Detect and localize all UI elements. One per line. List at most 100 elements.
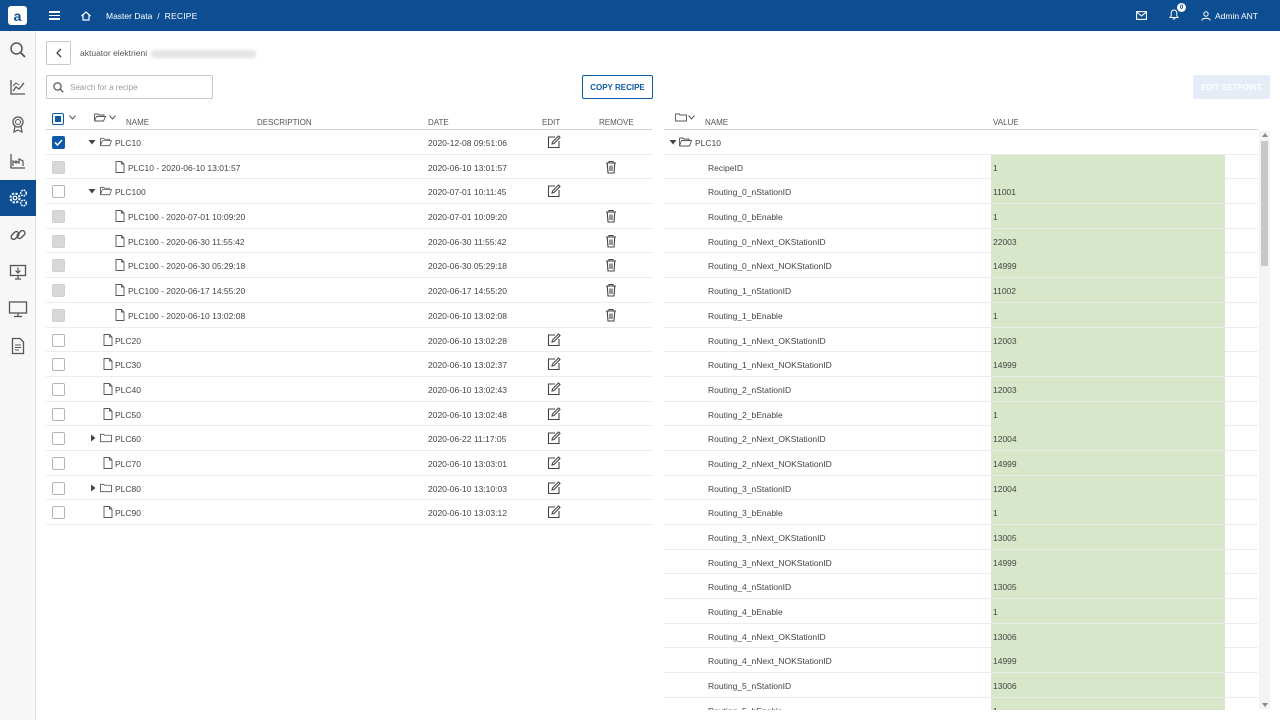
trash-icon[interactable] (605, 308, 617, 322)
setpoint-value[interactable]: 1 (991, 401, 1225, 426)
recipe-row[interactable]: PLC100 - 2020-06-30 11:55:42 2020-06-30 1… (46, 229, 652, 254)
setpoint-row[interactable]: Routing_0_nStationID 11001 (664, 179, 1258, 205)
setpoint-row[interactable]: Routing_4_nNext_OKStationID 13006 (664, 623, 1258, 649)
column-date[interactable]: DATE (428, 118, 449, 127)
setpoint-value[interactable]: 12004 (991, 426, 1225, 451)
recipe-row[interactable]: PLC90 2020-06-10 13:03:12 (46, 500, 652, 525)
setpoint-row[interactable]: RecipeID 1 (664, 154, 1258, 180)
column-value[interactable]: VALUE (993, 118, 1019, 127)
home-icon[interactable] (80, 10, 92, 22)
search-input[interactable] (70, 82, 200, 92)
recipe-row[interactable]: PLC80 2020-06-10 13:10:03 (46, 476, 652, 501)
edit-setpoint-button[interactable]: EDIT SETPOINT (1193, 75, 1270, 99)
setpoint-value[interactable]: 12004 (991, 475, 1225, 500)
scroll-down-arrow[interactable] (1262, 703, 1268, 707)
recipe-row[interactable]: PLC10 2020-12-08 09:51:06 (46, 130, 652, 155)
setpoint-root-row[interactable]: PLC10 (664, 130, 1258, 155)
setpoint-value[interactable]: 1 (991, 697, 1225, 710)
caret-down-icon[interactable] (88, 138, 96, 146)
recipe-row[interactable]: PLC60 2020-06-22 11:17:05 (46, 426, 652, 451)
row-checkbox[interactable] (52, 432, 65, 446)
caret-right-icon[interactable] (89, 484, 97, 492)
sidebar-item-production[interactable] (0, 143, 36, 179)
setpoint-row[interactable]: Routing_2_nNext_NOKStationID 14999 (664, 450, 1258, 476)
setpoint-row[interactable]: Routing_3_nStationID 12004 (664, 475, 1258, 501)
setpoint-row[interactable]: Routing_0_bEnable 1 (664, 204, 1258, 229)
setpoint-row[interactable]: Routing_1_nNext_OKStationID 12003 (664, 327, 1258, 353)
folder-icon[interactable] (675, 113, 687, 122)
row-checkbox[interactable] (52, 506, 65, 520)
recipe-row[interactable]: PLC100 2020-07-01 10:11:45 (46, 179, 652, 205)
breadcrumb-master-data[interactable]: Master Data (106, 11, 152, 21)
setpoint-row[interactable]: Routing_4_bEnable 1 (664, 599, 1258, 624)
setpoint-value[interactable]: 12003 (991, 376, 1225, 401)
sidebar-item-deploy[interactable] (0, 254, 36, 290)
user-menu[interactable]: Admin ANT (1201, 11, 1258, 21)
trash-icon[interactable] (605, 283, 617, 297)
row-checkbox[interactable] (52, 481, 65, 495)
edit-icon[interactable] (547, 505, 561, 519)
setpoint-value[interactable]: 1 (991, 500, 1225, 525)
recipe-row[interactable]: PLC10 - 2020-06-10 13:01:57 2020-06-10 13… (46, 155, 652, 180)
mail-icon[interactable] (1136, 11, 1147, 20)
setpoint-row[interactable]: Routing_3_nNext_NOKStationID 14999 (664, 549, 1258, 575)
edit-icon[interactable] (547, 184, 561, 198)
setpoint-scrollbar[interactable] (1259, 131, 1270, 709)
sidebar-item-reports[interactable] (0, 328, 36, 364)
setpoint-row[interactable]: Routing_0_nNext_NOKStationID 14999 (664, 253, 1258, 279)
column-name[interactable]: NAME (705, 118, 728, 127)
app-logo[interactable]: a (8, 6, 27, 25)
setpoint-value[interactable]: 1 (991, 204, 1225, 229)
chevron-down-icon[interactable] (69, 115, 76, 120)
setpoint-value[interactable]: 14999 (991, 352, 1225, 377)
setpoint-value[interactable]: 1 (991, 302, 1225, 327)
sidebar-item-master-data[interactable] (0, 180, 36, 216)
scroll-up-arrow[interactable] (1262, 133, 1268, 137)
setpoint-value[interactable]: 13006 (991, 673, 1225, 698)
sidebar-item-search[interactable] (0, 32, 36, 68)
notifications-button[interactable]: 0 (1168, 3, 1186, 22)
sidebar-item-displays[interactable] (0, 291, 36, 327)
setpoint-row[interactable]: Routing_1_bEnable 1 (664, 302, 1258, 328)
setpoint-row[interactable]: Routing_5_bEnable 1 (664, 697, 1258, 710)
setpoint-value[interactable]: 14999 (991, 253, 1225, 278)
recipe-row[interactable]: PLC30 2020-06-10 13:02:37 (46, 352, 652, 377)
back-button[interactable] (46, 41, 71, 65)
setpoint-value[interactable]: 11002 (991, 278, 1225, 303)
row-checkbox[interactable] (52, 382, 65, 396)
setpoint-row[interactable]: Routing_2_nNext_OKStationID 12004 (664, 426, 1258, 451)
scroll-thumb[interactable] (1261, 141, 1268, 266)
sidebar-item-connections[interactable] (0, 217, 36, 253)
select-all-checkbox[interactable] (52, 113, 64, 125)
setpoint-value[interactable]: 22003 (991, 228, 1225, 253)
setpoint-value[interactable]: 14999 (991, 648, 1225, 673)
chevron-down-icon[interactable] (688, 115, 695, 120)
setpoint-value[interactable]: 1 (991, 154, 1225, 179)
caret-down-icon[interactable] (669, 138, 677, 146)
setpoint-value[interactable]: 12003 (991, 327, 1225, 352)
recipe-row[interactable]: PLC100 - 2020-06-10 13:02:08 2020-06-10 1… (46, 303, 652, 328)
caret-right-icon[interactable] (89, 434, 97, 442)
recipe-row[interactable]: PLC100 - 2020-07-01 10:09:20 2020-07-01 1… (46, 204, 652, 229)
setpoint-row[interactable]: Routing_2_nStationID 12003 (664, 376, 1258, 402)
row-checkbox[interactable] (52, 333, 65, 347)
recipe-row[interactable]: PLC40 2020-06-10 13:02:43 (46, 377, 652, 402)
setpoint-row[interactable]: Routing_5_nStationID 13006 (664, 673, 1258, 698)
setpoint-value[interactable]: 1 (991, 599, 1225, 624)
column-name[interactable]: NAME (126, 118, 149, 127)
edit-icon[interactable] (547, 135, 561, 149)
recipe-row[interactable]: PLC70 2020-06-10 13:03:01 (46, 451, 652, 476)
recipe-row[interactable]: PLC100 - 2020-06-30 05:29:18 2020-06-30 0… (46, 253, 652, 279)
setpoint-value[interactable]: 14999 (991, 450, 1225, 475)
edit-icon[interactable] (547, 357, 561, 371)
setpoint-row[interactable]: Routing_1_nStationID 11002 (664, 278, 1258, 303)
edit-icon[interactable] (547, 480, 561, 495)
row-checkbox[interactable] (52, 407, 65, 421)
trash-icon[interactable] (605, 234, 617, 248)
column-description[interactable]: DESCRIPTION (257, 118, 312, 127)
setpoint-row[interactable]: Routing_4_nStationID 13005 (664, 574, 1258, 600)
setpoint-value[interactable]: 13005 (991, 574, 1225, 599)
sidebar-item-analytics[interactable] (0, 69, 36, 105)
trash-icon[interactable] (605, 160, 617, 174)
row-checkbox[interactable] (52, 136, 65, 149)
